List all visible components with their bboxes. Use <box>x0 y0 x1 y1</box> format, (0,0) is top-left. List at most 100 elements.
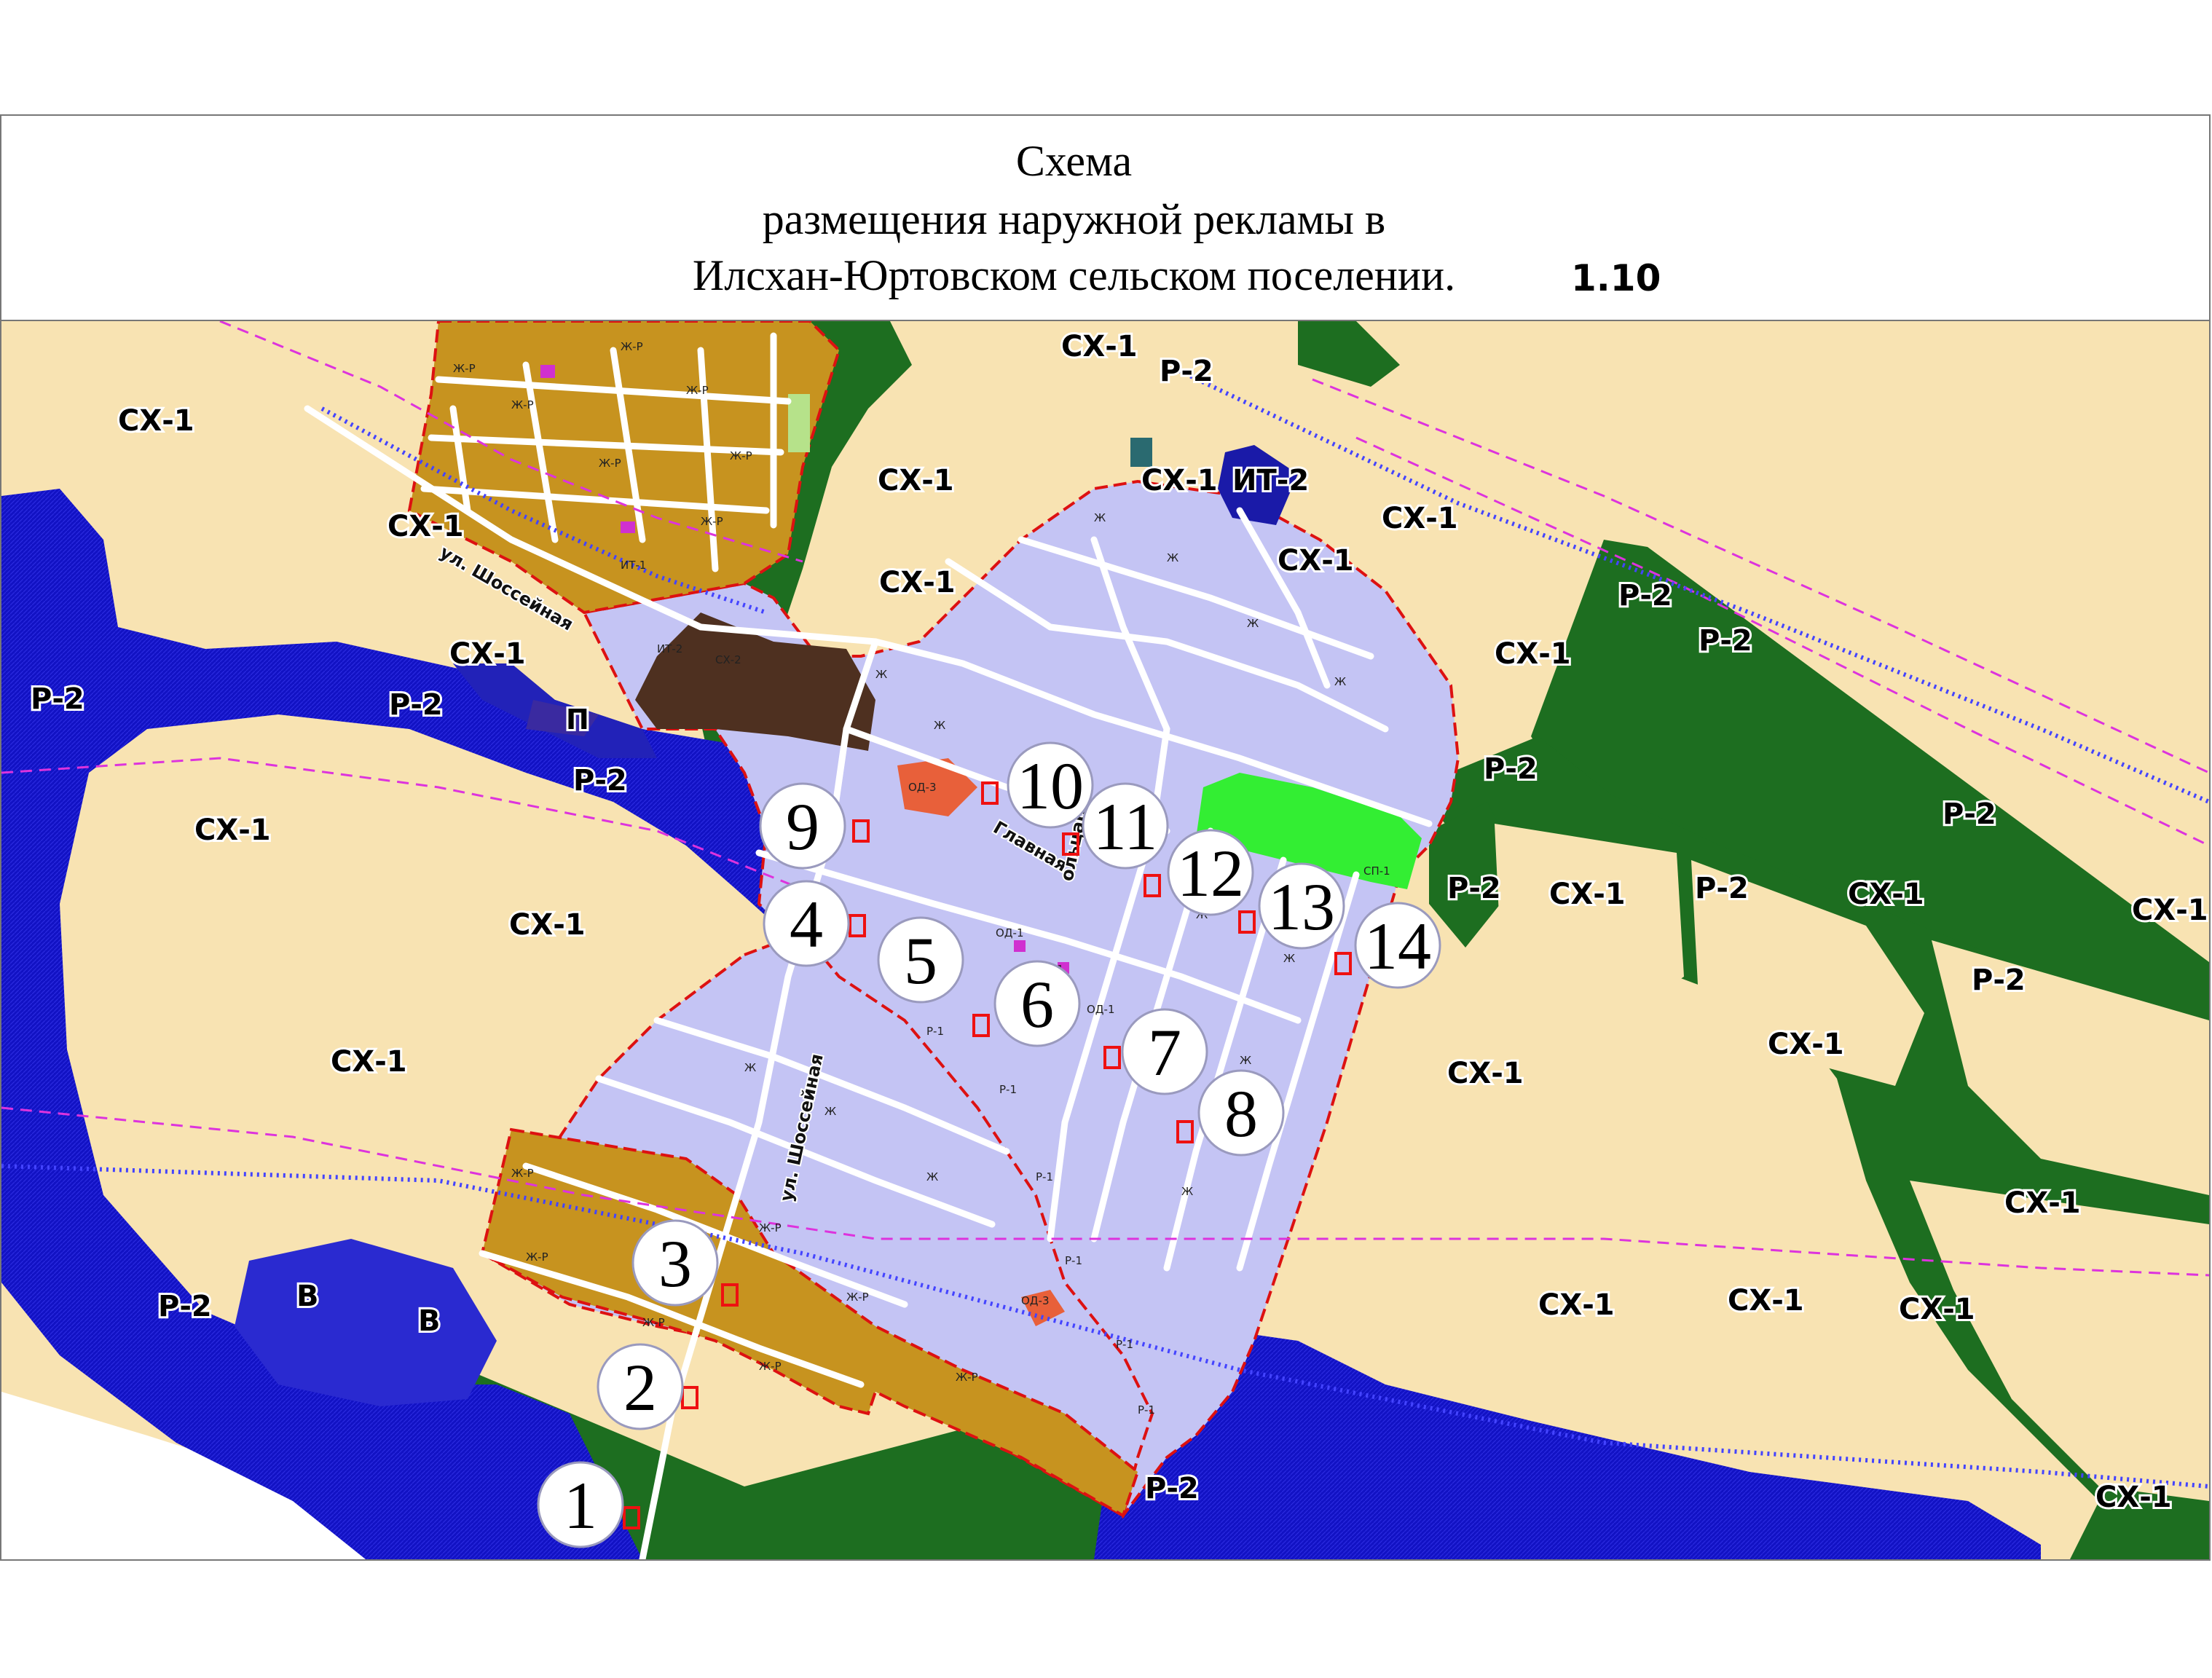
map-canvas[interactable]: СХ-1 СХ-1 СХ-1 СХ-1 СХ-1 СХ-1 СХ-1 СХ-1 … <box>1 321 2209 1559</box>
zone-label-sx1: СХ-1 <box>387 510 464 543</box>
subzone-label-zh: Ж <box>824 1105 836 1118</box>
zone-label-sx1: СХ-1 <box>1899 1293 1975 1326</box>
zone-label-r2: Р-2 <box>1484 752 1538 786</box>
zone-label-r2: Р-2 <box>31 682 84 716</box>
zone-label-sx1: СХ-1 <box>2004 1186 2081 1220</box>
zone-label-r2: Р-2 <box>1695 872 1749 905</box>
subzone-label-zhr: Ж-Р <box>526 1250 548 1264</box>
public-zone-od1-west <box>621 521 635 533</box>
zone-label-it2: ИТ-2 <box>1232 464 1309 497</box>
subzone-label-zhr: Ж-Р <box>599 457 621 470</box>
zone-label-sx1: СХ-1 <box>1848 878 1924 911</box>
zone-label-r2: Р-2 <box>1145 1472 1199 1505</box>
zone-label-r2: Р-2 <box>1160 355 1213 388</box>
zone-label-sx1: СХ-1 <box>1141 464 1218 497</box>
zone-label-sx1: СХ-1 <box>1495 637 1571 671</box>
subzone-label-r1: Р-1 <box>1116 1338 1133 1351</box>
ad-site-number: 7 <box>1148 1015 1181 1090</box>
subzone-label-zh: Ж <box>926 1170 938 1183</box>
zone-label-sx1: СХ-1 <box>1061 330 1138 363</box>
public-zone-od1-a <box>1014 940 1026 952</box>
ad-site-number: 5 <box>904 923 937 998</box>
zone-label-sx1: СХ-1 <box>509 908 586 942</box>
subzone-label-zh: Ж <box>875 668 887 681</box>
ad-site-number: 2 <box>623 1350 657 1425</box>
zone-label-r2: Р-2 <box>1618 579 1672 612</box>
ad-site-number: 1 <box>564 1468 597 1543</box>
zone-label-r2: Р-2 <box>158 1290 212 1323</box>
zone-label-sx1: СХ-1 <box>1278 544 1354 578</box>
subzone-label-od3: ОД-3 <box>1021 1294 1049 1307</box>
subzone-label-zh: Ж <box>1283 952 1295 965</box>
zone-label-sx1: СХ-1 <box>1447 1057 1524 1090</box>
zone-label-sx1: СХ-1 <box>331 1045 407 1079</box>
subzone-label-zh: Ж <box>1247 617 1259 630</box>
zone-label-sx1: СХ-1 <box>879 566 956 599</box>
subzone-label-r1: Р-1 <box>926 1025 944 1038</box>
subzone-label-zh: Ж <box>744 1061 756 1074</box>
subzone-label-zhr: Ж-Р <box>511 1167 534 1180</box>
ad-site-number: 13 <box>1268 870 1335 944</box>
zone-label-v: В <box>418 1304 441 1338</box>
subzone-label-zh: Ж <box>1167 551 1178 564</box>
zone-label-r2: Р-2 <box>389 688 443 722</box>
ad-site-number: 6 <box>1020 967 1054 1041</box>
ad-site-number: 11 <box>1093 789 1158 864</box>
zone-label-sx1: СХ-1 <box>118 404 194 438</box>
subzone-label-r1: Р-1 <box>999 1083 1017 1096</box>
subzone-label-zh: Ж <box>934 719 945 732</box>
ad-site-number: 3 <box>658 1226 692 1301</box>
subzone-label-r1: Р-1 <box>1036 1170 1053 1183</box>
subzone-label-zhr: Ж-Р <box>846 1291 869 1304</box>
subzone-label-zhr: Ж-Р <box>956 1371 978 1384</box>
subzone-label-zhr: Ж-Р <box>759 1221 782 1234</box>
zone-label-sx1: СХ-1 <box>449 637 526 671</box>
zone-label-sx1: СХ-1 <box>878 464 954 497</box>
subzone-label-r1: Р-1 <box>1065 1254 1082 1267</box>
subzone-label-sp1: СП-1 <box>1363 864 1390 878</box>
subzone-label-zhr: Ж-Р <box>701 515 723 528</box>
zone-label-r2: Р-2 <box>573 764 627 797</box>
title-line-3: Илсхан-Юртовском сельском поселении. <box>692 251 1456 299</box>
zone-label-sx1: СХ-1 <box>1549 878 1626 911</box>
subzone-label-sx2: СХ-2 <box>715 653 741 666</box>
zone-label-sx1: СХ-1 <box>1538 1288 1615 1322</box>
subzone-label-zhr: Ж-Р <box>686 384 709 397</box>
zone-label-r2: Р-2 <box>1943 797 1996 831</box>
ad-site-number: 4 <box>790 887 823 961</box>
subzone-label-zhr: Ж-Р <box>759 1360 782 1373</box>
zone-label-v: В <box>296 1280 319 1313</box>
subzone-label-zhr: Ж-Р <box>453 362 476 375</box>
subzone-label-it2-small: ИТ-2 <box>657 642 682 655</box>
subzone-label-zhr: Ж-Р <box>730 449 752 462</box>
zone-label-r2: Р-2 <box>1447 872 1501 905</box>
ad-site-number: 12 <box>1177 836 1244 910</box>
map-sheet-frame: Схема размещения наружной рекламы в Илсх… <box>0 114 2211 1561</box>
subzone-label-od1: ОД-1 <box>1087 1003 1114 1016</box>
title-block: Схема размещения наружной рекламы в Илсх… <box>1 116 2209 321</box>
subzone-label-r1: Р-1 <box>1138 1403 1155 1417</box>
subzone-label-od3: ОД-3 <box>908 781 936 794</box>
zone-label-sx1: СХ-1 <box>194 814 271 847</box>
public-zone-od1-north <box>540 365 555 378</box>
engineering-zone-small <box>1130 438 1152 467</box>
zone-label-p: П <box>566 704 589 736</box>
zone-label-sx1: СХ-1 <box>1728 1284 1804 1317</box>
zone-label-sx1: СХ-1 <box>2132 894 2208 927</box>
zone-label-sx1: СХ-1 <box>1768 1028 1844 1061</box>
subzone-label-zhr: Ж-Р <box>642 1316 665 1329</box>
zone-label-r2: Р-2 <box>1972 964 2026 997</box>
zone-label-r2: Р-2 <box>1699 624 1752 658</box>
zone-label-sx1: СХ-1 <box>1382 502 1458 535</box>
ad-site-number: 8 <box>1224 1076 1258 1151</box>
subzone-label-zh: Ж <box>1334 675 1346 688</box>
subzone-label-it1: ИТ-1 <box>621 559 646 572</box>
title-line-1: Схема <box>1015 137 1133 185</box>
subzone-label-od1: ОД-1 <box>996 926 1023 940</box>
subzone-label-zh: Ж <box>1181 1185 1193 1198</box>
ad-site-number: 14 <box>1364 909 1431 983</box>
sheet-number: 1.10 <box>1571 257 1661 299</box>
subzone-label-zh: Ж <box>1094 511 1106 524</box>
subzone-label-zh: Ж <box>1240 1054 1251 1067</box>
title-line-2: размещения наружной рекламы в <box>762 195 1386 243</box>
